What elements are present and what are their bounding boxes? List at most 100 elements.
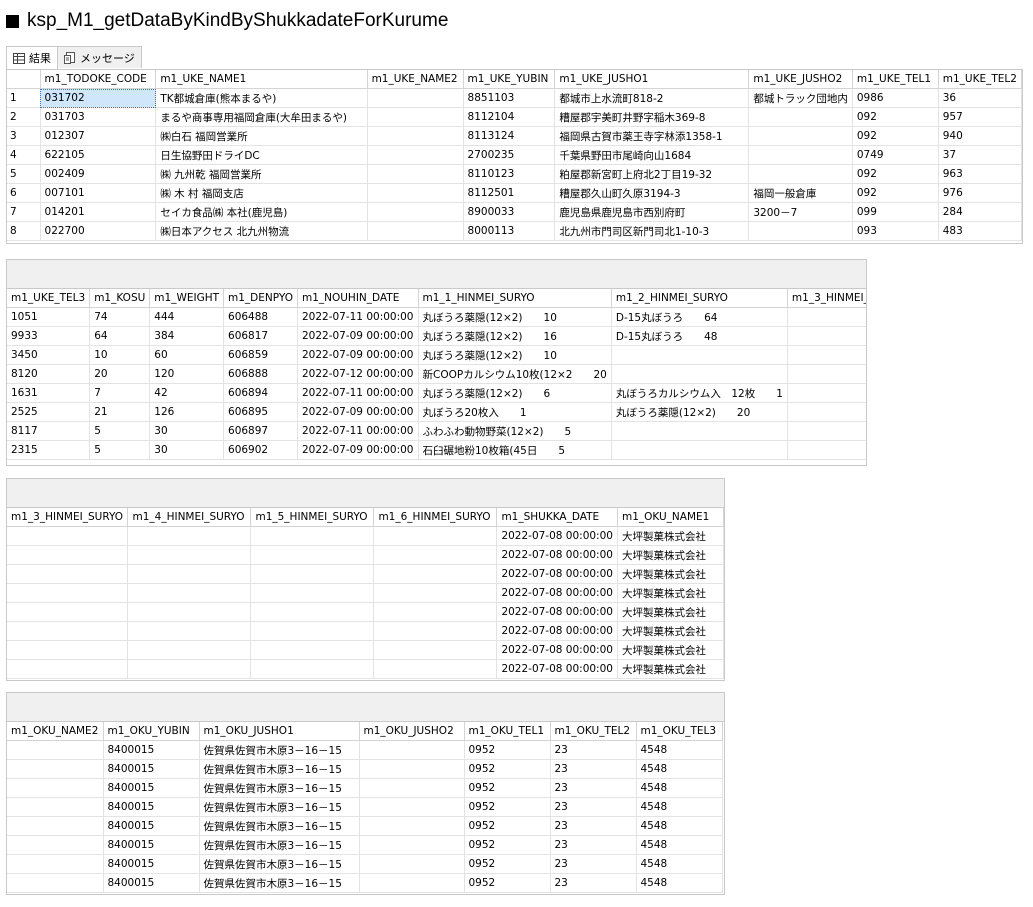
table-cell[interactable]: 8400015 [103, 854, 200, 874]
table-cell[interactable] [787, 383, 866, 403]
table-cell[interactable]: 大坪製菓株式会社 [617, 545, 724, 565]
table-cell[interactable] [127, 640, 252, 660]
table-cell[interactable]: 099 [852, 202, 939, 222]
table-cell[interactable] [7, 854, 104, 874]
row-number[interactable]: 7 [7, 202, 41, 222]
table-cell[interactable]: 963 [938, 164, 1022, 184]
table-cell[interactable] [367, 221, 464, 241]
table-cell[interactable]: 佐賀県佐賀市木原3－16－15 [199, 816, 360, 836]
table-cell[interactable]: 0952 [464, 873, 551, 893]
table-cell[interactable]: 8000113 [463, 221, 556, 241]
table-row[interactable]: 6 007101 ㈱ 木 村 福岡支店 8112501 糟屋郡久山町久原3194-3 福岡… [7, 183, 1022, 203]
table-cell[interactable] [359, 835, 465, 855]
table-cell[interactable]: 2022-07-08 00:00:00 [496, 621, 618, 641]
table-cell[interactable]: 23 [550, 759, 637, 779]
table-cell[interactable]: 大坪製菓株式会社 [617, 621, 724, 641]
table-cell[interactable]: 1631 [7, 383, 91, 403]
table-cell[interactable] [748, 145, 853, 165]
table-cell[interactable]: 4548 [636, 854, 723, 874]
table-cell[interactable]: 23 [550, 740, 637, 760]
table-cell[interactable]: 0986 [852, 88, 939, 108]
table-cell[interactable]: 126 [149, 402, 225, 422]
table-cell[interactable]: セイカ食品㈱ 本社(鹿児島) [155, 202, 368, 222]
column-header[interactable]: m1_UKE_TEL2 [938, 70, 1022, 89]
table-cell[interactable]: 483 [938, 221, 1022, 241]
table-row[interactable]: 2022-07-08 00:00:00 大坪製菓株式会社 [7, 640, 724, 660]
column-header[interactable]: m1_3_HINMEI_SU [787, 289, 866, 308]
table-cell[interactable] [787, 421, 866, 441]
table-cell[interactable]: 014201 [40, 202, 157, 222]
table-cell[interactable] [7, 583, 129, 603]
table-row[interactable]: 8117 5 30 606897 2022-07-11 00:00:00 ふわふわ動物野菜… [7, 421, 866, 441]
table-cell[interactable] [611, 364, 788, 384]
table-cell[interactable]: 606894 [223, 383, 298, 403]
table-cell[interactable]: 大坪製菓株式会社 [617, 602, 724, 622]
column-header[interactable]: m1_OKU_TEL1 [464, 722, 551, 741]
table-cell[interactable]: 丸ぼうろ薬隠(12×2) 6 [418, 383, 612, 403]
table-cell[interactable]: 5 [89, 440, 151, 460]
table-cell[interactable]: 23 [550, 854, 637, 874]
table-row[interactable]: 2022-07-08 00:00:00 大坪製菓株式会社 [7, 621, 724, 641]
table-cell[interactable]: 64 [89, 326, 151, 346]
table-cell[interactable]: 大坪製菓株式会社 [617, 583, 724, 603]
row-number[interactable]: 6 [7, 183, 41, 203]
table-cell[interactable]: 42 [149, 383, 225, 403]
table-cell[interactable]: 4548 [636, 873, 723, 893]
table-cell[interactable]: 36 [938, 88, 1022, 108]
table-cell[interactable] [611, 440, 788, 460]
table-cell[interactable]: まるや商事専用福岡倉庫(大牟田まるや) [155, 107, 368, 127]
table-row[interactable]: 8400015 佐賀県佐賀市木原3－16－15 0952 23 4548 [7, 797, 723, 817]
table-cell[interactable]: 60 [149, 345, 225, 365]
table-cell[interactable]: 092 [852, 107, 939, 127]
table-cell[interactable]: 都城市上水流町818-2 [554, 88, 750, 108]
tab-messages[interactable]: メッセージ [57, 46, 142, 68]
column-header[interactable]: m1_OKU_NAME2 [7, 722, 104, 741]
table-cell[interactable]: 8400015 [103, 835, 200, 855]
table-cell[interactable] [787, 364, 866, 384]
table-cell[interactable] [373, 526, 498, 546]
table-cell[interactable] [7, 797, 104, 817]
table-cell[interactable]: 022700 [40, 221, 157, 241]
table-cell[interactable]: 092 [852, 164, 939, 184]
table-cell[interactable] [748, 126, 853, 146]
table-row[interactable]: 1631 7 42 606894 2022-07-11 00:00:00 丸ぼうろ薬隠(1… [7, 383, 866, 403]
table-cell[interactable] [7, 659, 129, 679]
table-cell[interactable]: 0952 [464, 816, 551, 836]
table-cell[interactable] [367, 183, 464, 203]
table-cell[interactable]: 石臼碾地粉10枚箱(45日 5 [418, 440, 612, 460]
table-cell[interactable]: 2022-07-09 00:00:00 [297, 345, 419, 365]
table-cell[interactable]: 940 [938, 126, 1022, 146]
column-header[interactable]: m1_OKU_JUSHO2 [359, 722, 465, 741]
table-row[interactable]: 1051 74 444 606488 2022-07-11 00:00:00 丸ぼうろ薬隠… [7, 307, 866, 327]
table-cell[interactable]: 0952 [464, 759, 551, 779]
table-cell[interactable] [127, 621, 252, 641]
column-header[interactable]: m1_DENPYO [223, 289, 298, 308]
tab-results[interactable]: 結果 [6, 46, 58, 69]
table-cell[interactable]: 粕屋郡新宮町上府北2丁目19-32 [554, 164, 750, 184]
table-cell[interactable] [127, 526, 252, 546]
table-cell[interactable]: 8400015 [103, 778, 200, 798]
table-cell[interactable]: 糟屋郡宇美町井野字稲木369-8 [554, 107, 750, 127]
table-cell[interactable]: 千葉県野田市尾崎向山1684 [554, 145, 750, 165]
column-header[interactable]: m1_KOSU [89, 289, 151, 308]
table-row[interactable]: 3450 10 60 606859 2022-07-09 00:00:00 丸ぼうろ薬隠(… [7, 345, 866, 365]
column-header[interactable]: m1_6_HINMEI_SURYO [373, 508, 498, 527]
table-cell[interactable] [373, 640, 498, 660]
table-cell[interactable] [359, 816, 465, 836]
table-row[interactable]: 5 002409 ㈱ 九州乾 福岡営業所 8110123 粕屋郡新宮町上府北2丁目19-… [7, 164, 1022, 184]
table-cell[interactable] [250, 640, 375, 660]
row-number[interactable]: 2 [7, 107, 41, 127]
table-cell[interactable]: 8900033 [463, 202, 556, 222]
column-header[interactable]: m1_OKU_YUBIN [103, 722, 200, 741]
table-cell[interactable] [250, 564, 375, 584]
table-cell[interactable]: 606895 [223, 402, 298, 422]
row-number[interactable]: 1 [7, 88, 41, 108]
column-header[interactable]: m1_OKU_TEL3 [636, 722, 723, 741]
column-header[interactable]: m1_SHUKKA_DATE [496, 508, 618, 527]
table-cell[interactable]: 012307 [40, 126, 157, 146]
table-cell[interactable] [367, 164, 464, 184]
table-cell[interactable]: ㈱ 木 村 福岡支店 [155, 183, 368, 203]
table-cell[interactable]: 丸ぼうろ20枚入 1 [418, 402, 612, 422]
column-header[interactable]: m1_2_HINMEI_SURYO [611, 289, 788, 308]
column-header[interactable]: m1_NOUHIN_DATE [297, 289, 419, 308]
